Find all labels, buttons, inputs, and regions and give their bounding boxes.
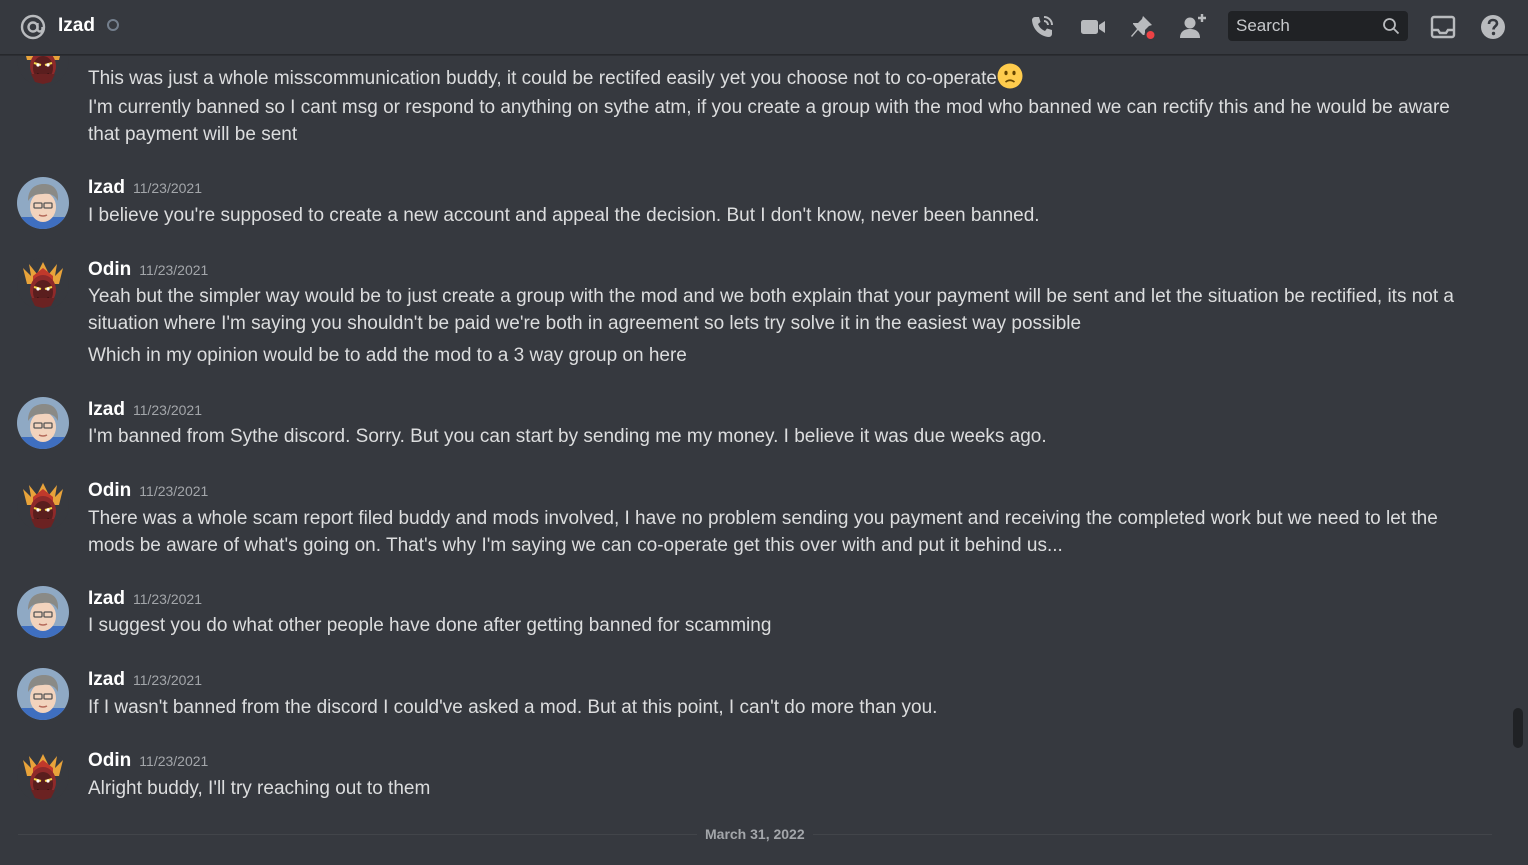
message-author[interactable]: Odin 11/23/2021 bbox=[88, 750, 208, 772]
message-list: This was just a whole misscommunication … bbox=[0, 56, 1510, 865]
channel-header: Izad bbox=[0, 0, 1528, 55]
message-author[interactable]: Izad 11/23/2021 bbox=[88, 177, 202, 199]
video-call-button[interactable] bbox=[1078, 12, 1108, 42]
message-author[interactable]: Izad 11/23/2021 bbox=[88, 588, 202, 610]
help-icon bbox=[1481, 15, 1505, 39]
message-author[interactable]: Izad 11/23/2021 bbox=[88, 399, 202, 421]
avatar[interactable] bbox=[17, 586, 69, 638]
avatar[interactable] bbox=[17, 177, 69, 229]
avatar[interactable] bbox=[17, 258, 69, 310]
message-author[interactable]: Izad 11/23/2021 bbox=[88, 669, 202, 691]
video-icon bbox=[1081, 20, 1105, 34]
message-content: There was a whole scam report filed budd… bbox=[88, 508, 1438, 556]
search-bar[interactable] bbox=[1228, 11, 1408, 41]
message-content: I'm banned from Sythe discord. Sorry. Bu… bbox=[88, 426, 1047, 447]
help-button[interactable] bbox=[1478, 12, 1508, 42]
message-content: This was just a whole misscommunication … bbox=[88, 63, 1458, 92]
status-indicator bbox=[107, 19, 119, 31]
message-author[interactable]: Odin 11/23/2021 bbox=[88, 259, 208, 281]
inbox-icon bbox=[1430, 15, 1456, 39]
message-content: I believe you're supposed to create a ne… bbox=[88, 205, 1040, 226]
slightly-frowning-face-icon bbox=[997, 63, 1023, 89]
inbox-button[interactable] bbox=[1428, 12, 1458, 42]
pinned-messages-button[interactable] bbox=[1128, 12, 1158, 42]
call-icon bbox=[1032, 16, 1053, 37]
call-button[interactable] bbox=[1027, 12, 1057, 42]
avatar[interactable] bbox=[17, 397, 69, 449]
message-timestamp[interactable]: 11/23/2021 bbox=[133, 591, 202, 607]
avatar[interactable] bbox=[17, 668, 69, 720]
avatar[interactable] bbox=[17, 479, 69, 531]
message-timestamp[interactable]: 11/23/2021 bbox=[139, 753, 208, 769]
avatar[interactable] bbox=[17, 750, 69, 802]
add-friends-to-dm-button[interactable] bbox=[1178, 12, 1208, 42]
pin-icon bbox=[1131, 16, 1157, 41]
scrollbar-thumb[interactable] bbox=[1513, 708, 1523, 748]
message-content: I'm currently banned so I cant msg or re… bbox=[88, 97, 1450, 145]
message-content: Alright buddy, I'll try reaching out to … bbox=[88, 778, 431, 799]
search-icon bbox=[1383, 18, 1400, 35]
message-timestamp[interactable]: 11/23/2021 bbox=[139, 262, 208, 278]
search-input[interactable] bbox=[1236, 16, 1376, 36]
avatar[interactable] bbox=[17, 56, 69, 86]
at-icon bbox=[20, 14, 46, 40]
message-content: Yeah but the simpler way would be to jus… bbox=[88, 286, 1454, 334]
message-timestamp[interactable]: 11/23/2021 bbox=[133, 672, 202, 688]
message-content: If I wasn't banned from the discord I co… bbox=[88, 697, 938, 718]
add-friend-icon bbox=[1180, 14, 1206, 38]
dm-recipient-name: Izad bbox=[58, 15, 95, 36]
message-timestamp[interactable]: 11/23/2021 bbox=[133, 180, 202, 196]
message-content: I suggest you do what other people have … bbox=[88, 615, 772, 636]
date-divider-label: March 31, 2022 bbox=[697, 826, 813, 842]
message-author[interactable]: Odin 11/23/2021 bbox=[88, 480, 208, 502]
message-timestamp[interactable]: 11/23/2021 bbox=[139, 483, 208, 499]
message-timestamp[interactable]: 11/23/2021 bbox=[133, 402, 202, 418]
message-content: Which in my opinion would be to add the … bbox=[88, 345, 687, 366]
